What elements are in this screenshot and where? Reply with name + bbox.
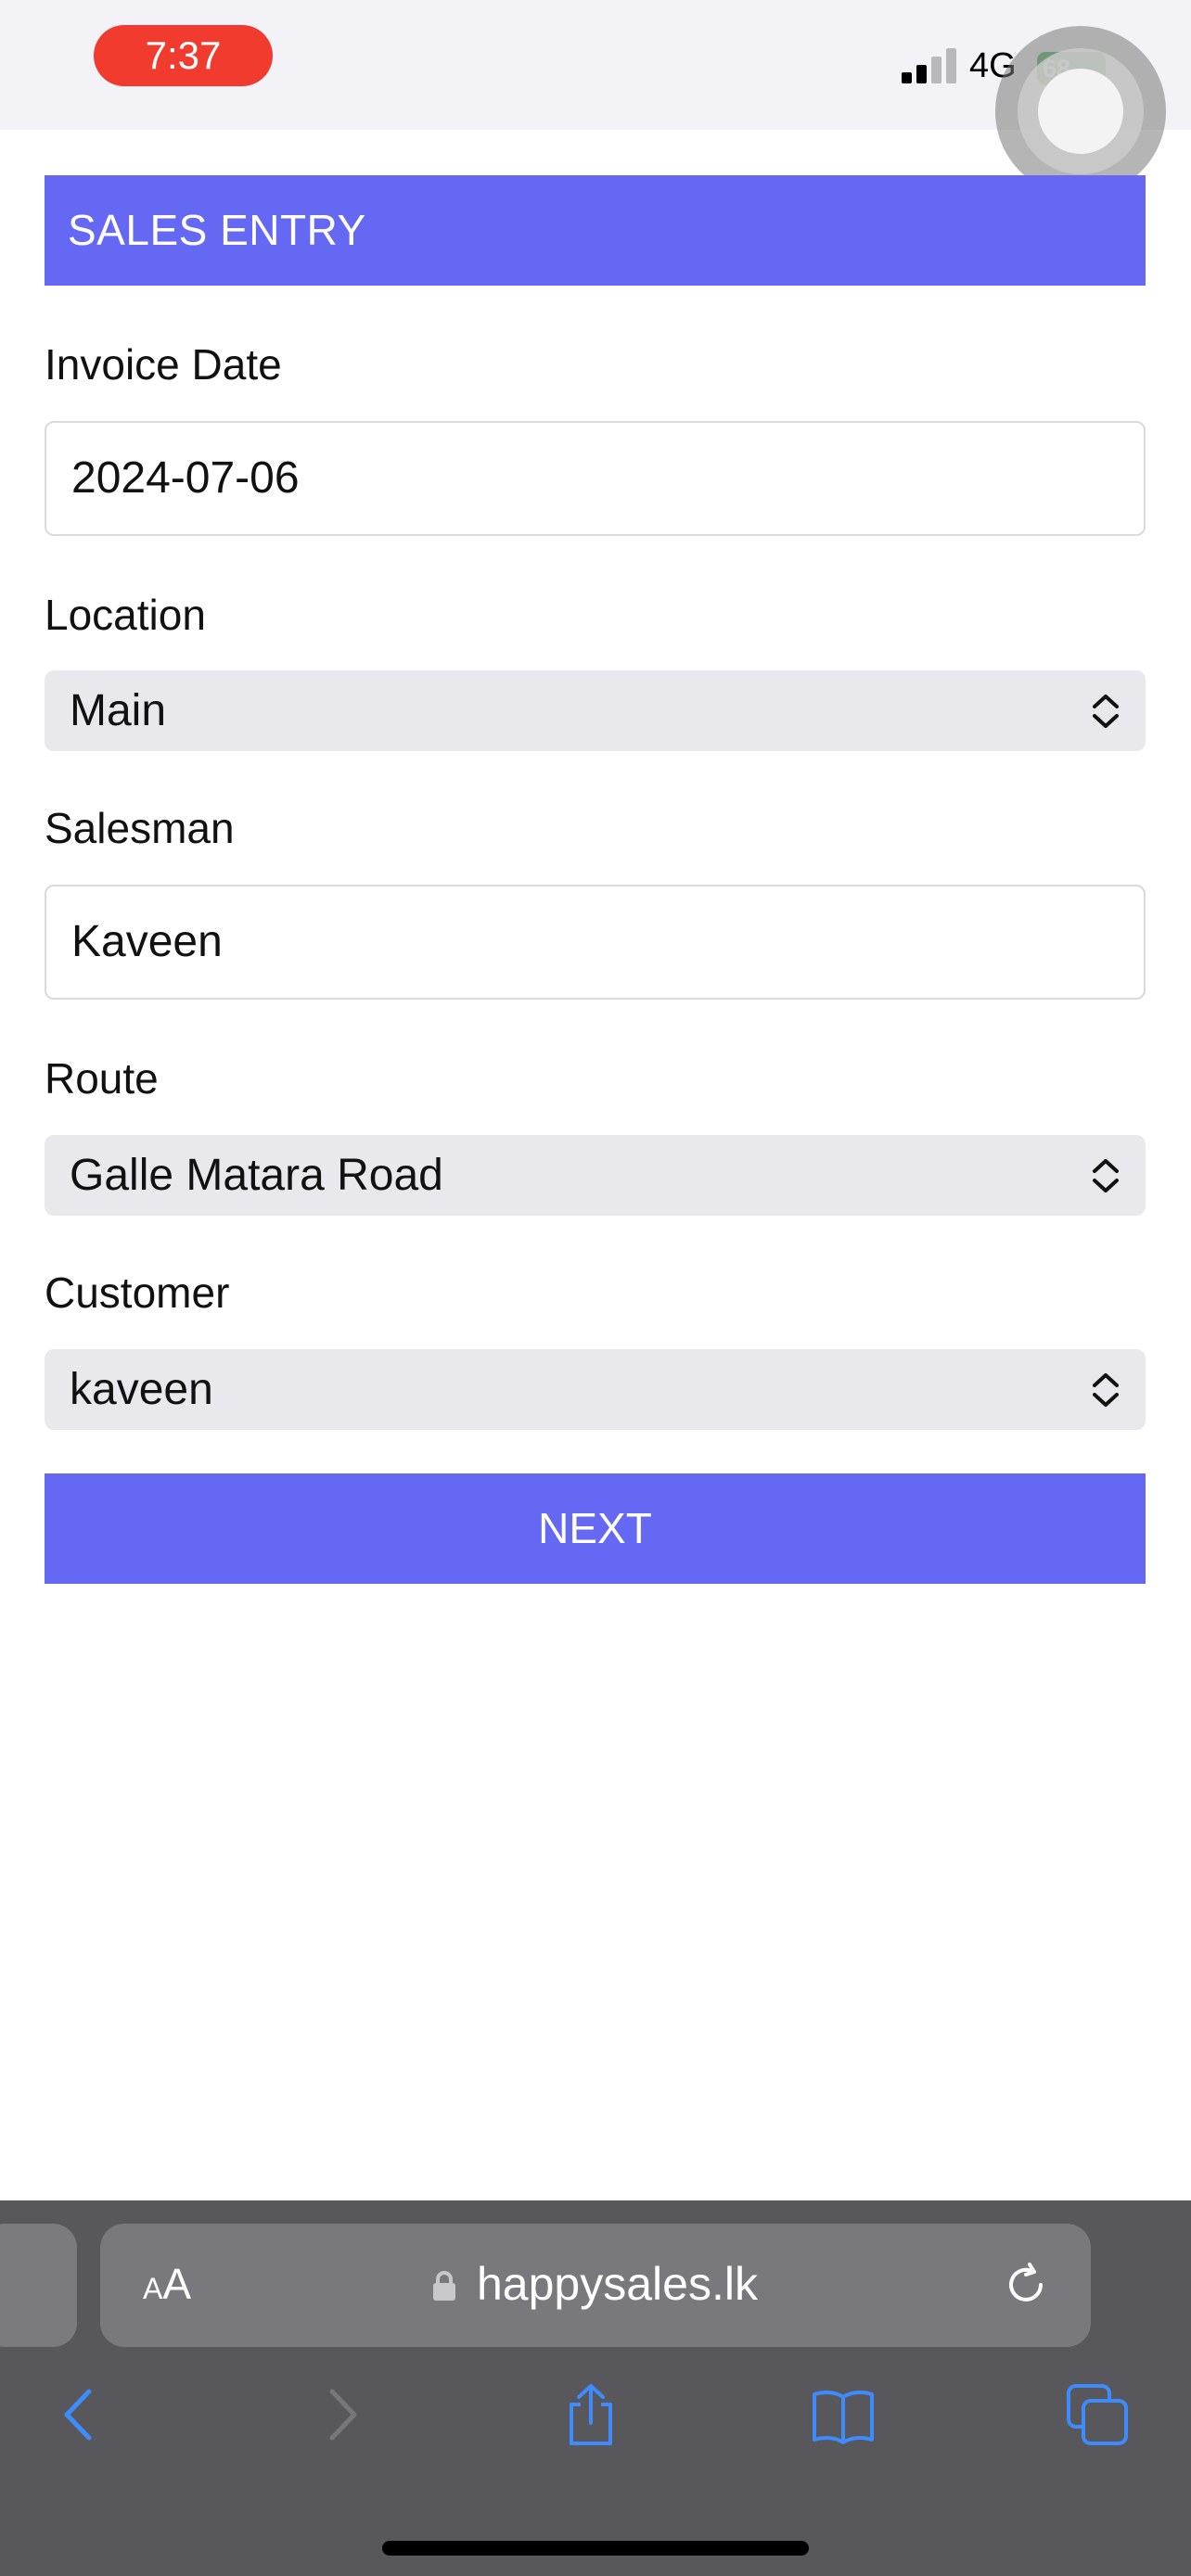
status-time[interactable]: 7:37: [94, 25, 273, 86]
reload-icon[interactable]: [1002, 2261, 1050, 2309]
salesman-input[interactable]: Kaveen: [45, 885, 1146, 1000]
location-value: Main: [70, 686, 167, 735]
invoice-date-input[interactable]: 2024-07-06: [45, 421, 1146, 536]
assistive-touch-button[interactable]: [995, 26, 1166, 197]
previous-tab-preview[interactable]: [0, 2224, 77, 2347]
invoice-date-label: Invoice Date: [45, 340, 282, 389]
route-select[interactable]: Galle Matara Road: [45, 1135, 1146, 1216]
browser-toolbar: AA happysales.lk: [0, 2200, 1191, 2576]
address-bar[interactable]: AA happysales.lk: [100, 2224, 1091, 2347]
chevron-updown-icon: [1093, 1159, 1119, 1192]
customer-value: kaveen: [70, 1365, 213, 1414]
signal-icon: [902, 48, 959, 83]
customer-select[interactable]: kaveen: [45, 1349, 1146, 1430]
share-icon[interactable]: [558, 2382, 623, 2447]
chevron-updown-icon: [1093, 695, 1119, 728]
location-label: Location: [45, 591, 206, 639]
customer-label: Customer: [45, 1269, 230, 1317]
home-indicator: [382, 2541, 809, 2556]
location-select[interactable]: Main: [45, 670, 1146, 751]
route-label: Route: [45, 1054, 159, 1103]
back-icon[interactable]: [48, 2382, 113, 2447]
text-size-button[interactable]: AA: [143, 2259, 191, 2309]
next-button[interactable]: NEXT: [45, 1473, 1146, 1584]
tabs-icon[interactable]: [1065, 2382, 1130, 2447]
page-title: SALES ENTRY: [45, 175, 1146, 286]
lock-icon: [433, 2271, 455, 2301]
salesman-label: Salesman: [45, 804, 235, 852]
forward-icon[interactable]: [308, 2382, 373, 2447]
route-value: Galle Matara Road: [70, 1151, 443, 1200]
chevron-updown-icon: [1093, 1373, 1119, 1407]
bookmarks-icon[interactable]: [811, 2382, 876, 2447]
url-text[interactable]: happysales.lk: [477, 2257, 758, 2311]
